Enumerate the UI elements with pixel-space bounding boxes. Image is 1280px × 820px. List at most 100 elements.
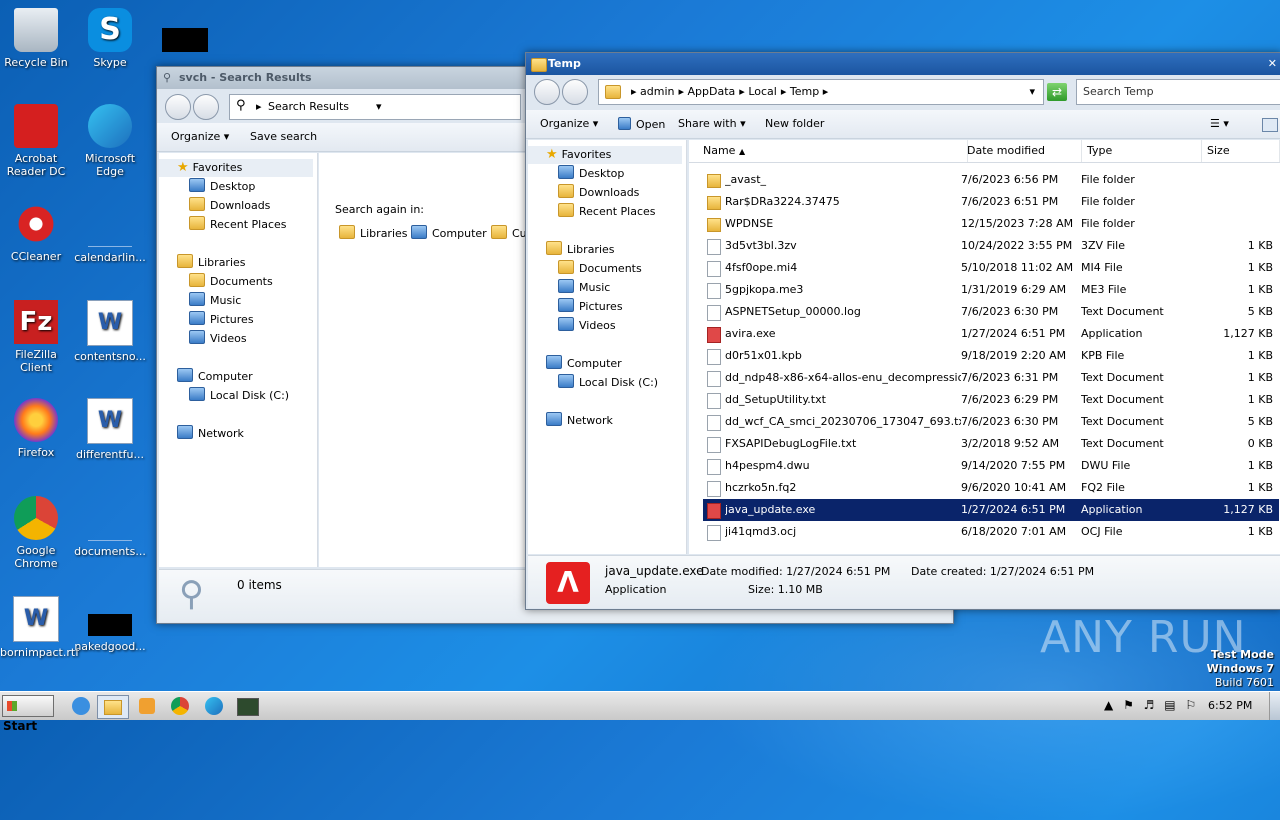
column-name[interactable]: Name ▲ — [689, 140, 968, 162]
file-row[interactable]: avira.exe 1/27/2024 6:51 PM Application 1,1… — [703, 323, 1279, 345]
nav-item-documents[interactable]: Documents — [189, 273, 273, 291]
address-bar[interactable]: ▸ admin ▸ AppData ▸ Local ▸ Temp ▸ ▾ — [598, 79, 1044, 105]
nav-item-network[interactable]: Network — [177, 425, 244, 443]
flag-icon[interactable]: ⚑ — [1123, 698, 1134, 712]
forward-button[interactable] — [193, 94, 219, 120]
file-row[interactable]: 4fsf0ope.mi4 5/10/2018 11:02 AM MI4 File 1 … — [703, 257, 1279, 279]
breadcrumb-item[interactable]: AppData — [688, 85, 736, 98]
desktop-icon[interactable]: documents... — [74, 496, 146, 558]
nav-item-desktop[interactable]: Desktop — [558, 165, 624, 183]
refresh-button[interactable]: ⇄ — [1047, 83, 1067, 101]
temp-window-titlebar[interactable]: Temp ✕ — [526, 53, 1280, 75]
breadcrumb-arrow-icon[interactable]: ▸ — [819, 85, 829, 98]
column-type[interactable]: Type — [1081, 140, 1202, 162]
breadcrumb-item[interactable]: Search Results — [268, 100, 349, 113]
nav-item-music[interactable]: Music — [558, 279, 610, 297]
file-row[interactable]: FXSAPIDebugLogFile.txt 3/2/2018 9:52 AM Te… — [703, 433, 1279, 455]
nav-item-network[interactable]: Network — [546, 412, 613, 430]
nav-item-favorites[interactable]: ★ Favorites — [528, 146, 682, 164]
forward-button[interactable] — [562, 79, 588, 105]
save-search-button[interactable]: Save search — [250, 130, 317, 143]
file-row[interactable]: ASPNETSetup_00000.log 7/6/2023 6:30 PM Tex… — [703, 301, 1279, 323]
nav-item-libraries[interactable]: Libraries — [546, 241, 615, 259]
nav-item-computer[interactable]: Computer — [546, 355, 622, 373]
nav-item-pictures[interactable]: Pictures — [189, 311, 254, 329]
start-button[interactable]: Start — [2, 695, 54, 733]
desktop-icon[interactable]: calendarlin... — [74, 202, 146, 264]
desktop-icon[interactable]: Fz FileZilla Client — [0, 300, 72, 374]
nav-item-downloads[interactable]: Downloads — [189, 197, 270, 215]
organize-button[interactable]: Organize ▾ — [540, 117, 598, 130]
clock[interactable]: 6:52 PM — [1208, 699, 1252, 712]
address-bar[interactable]: ⚲ ▸ Search Results ▾ — [229, 94, 521, 120]
network-icon[interactable]: ▤ — [1164, 698, 1175, 712]
column-date-modified[interactable]: Date modified — [961, 140, 1082, 162]
ie-taskbar-icon[interactable] — [66, 695, 96, 717]
file-row[interactable]: h4pespm4.dwu 9/14/2020 7:55 PM DWU File 1 K… — [703, 455, 1279, 477]
desktop-icon[interactable]: Google Chrome — [0, 496, 72, 570]
breadcrumb-item[interactable]: Temp — [790, 85, 819, 98]
desktop-icon[interactable]: Recycle Bin — [0, 8, 72, 69]
nav-item-local-disk[interactable]: Local Disk (C:) — [189, 387, 289, 405]
file-row[interactable]: hczrko5n.fq2 9/6/2020 10:41 AM FQ2 File 1 K… — [703, 477, 1279, 499]
edge-taskbar-icon[interactable] — [199, 695, 229, 717]
desktop-icon[interactable]: Microsoft Edge — [74, 104, 146, 178]
file-row[interactable]: 3d5vt3bl.3zv 10/24/2022 3:55 PM 3ZV File 1 … — [703, 235, 1279, 257]
desktop-icon[interactable]: CCleaner — [0, 202, 72, 263]
file-row[interactable]: java_update.exe 1/27/2024 6:51 PM Applicat… — [703, 499, 1279, 521]
breadcrumb-item[interactable]: admin — [640, 85, 674, 98]
show-desktop-button[interactable] — [1269, 692, 1280, 720]
breadcrumb-item[interactable]: Local — [748, 85, 777, 98]
desktop-icon[interactable]: Wdifferentfu... — [74, 398, 146, 461]
nav-item-music[interactable]: Music — [189, 292, 241, 310]
desktop-icon[interactable]: Acrobat Reader DC — [0, 104, 72, 178]
nav-item-downloads[interactable]: Downloads — [558, 184, 639, 202]
nav-item-local-disk[interactable]: Local Disk (C:) — [558, 374, 658, 392]
share-with-button[interactable]: Share with ▾ — [678, 117, 746, 130]
breadcrumb-arrow-icon[interactable]: ▸ — [631, 85, 640, 98]
back-button[interactable] — [534, 79, 560, 105]
desktop-icon[interactable]: S Skype — [74, 8, 146, 69]
file-row[interactable]: dd_SetupUtility.txt 7/6/2023 6:29 PM Text … — [703, 389, 1279, 411]
chrome-taskbar-icon[interactable] — [165, 695, 195, 717]
nav-item-libraries[interactable]: Libraries — [177, 254, 246, 272]
media-player-taskbar-icon[interactable] — [132, 695, 162, 717]
search-again-libraries[interactable]: Libraries — [339, 225, 408, 240]
organize-button[interactable]: Organize ▾ — [171, 130, 229, 143]
desktop-icon[interactable]: Firefox — [0, 398, 72, 459]
nav-item-computer[interactable]: Computer — [177, 368, 253, 386]
nav-item-videos[interactable]: Videos — [189, 330, 247, 348]
volume-icon[interactable]: ♬ — [1144, 698, 1155, 712]
new-folder-button[interactable]: New folder — [765, 117, 824, 130]
nav-item-favorites[interactable]: ★ Favorites — [159, 159, 313, 177]
action-center-icon[interactable]: ⚐ — [1185, 698, 1196, 712]
nav-item-pictures[interactable]: Pictures — [558, 298, 623, 316]
file-row[interactable]: Rar$DRa3224.37475 7/6/2023 6:51 PM File fo… — [703, 191, 1279, 213]
file-row[interactable]: dd_ndp48-x86-x64-allos-enu_decompression… — [703, 367, 1279, 389]
breadcrumb-arrow-icon[interactable]: ▸ — [781, 85, 790, 98]
search-temp-input[interactable]: Search Temp — [1076, 79, 1280, 105]
nav-item-videos[interactable]: Videos — [558, 317, 616, 335]
back-button[interactable] — [165, 94, 191, 120]
terminal-taskbar-icon[interactable] — [233, 695, 263, 717]
nav-item-recent-places[interactable]: Recent Places — [558, 203, 656, 221]
view-options-icon[interactable]: ☰ ▾ — [1210, 117, 1229, 130]
file-row[interactable]: _avast_ 7/6/2023 6:56 PM File folder — [703, 169, 1279, 191]
file-row[interactable]: WPDNSE 12/15/2023 7:28 AM File folder — [703, 213, 1279, 235]
file-row[interactable]: 5gpjkopa.me3 1/31/2019 6:29 AM ME3 File 1 K… — [703, 279, 1279, 301]
file-row[interactable]: ji41qmd3.ocj 6/18/2020 7:01 AM OCJ File 1 K… — [703, 521, 1279, 543]
preview-pane-icon[interactable] — [1262, 118, 1278, 132]
file-row[interactable]: dd_wcf_CA_smci_20230706_173047_693.txt 7/… — [703, 411, 1279, 433]
desktop-icon[interactable]: Wcontentsno... — [74, 300, 146, 363]
search-again-computer[interactable]: Computer — [411, 225, 487, 240]
column-size[interactable]: Size — [1201, 140, 1280, 162]
desktop-icon[interactable]: Wbornimpact.rtf — [0, 596, 79, 659]
chevron-down-icon[interactable]: ▾ — [376, 100, 382, 113]
nav-item-documents[interactable]: Documents — [558, 260, 642, 278]
show-hidden-icons-icon[interactable]: ▲ — [1104, 698, 1113, 712]
nav-item-recent-places[interactable]: Recent Places — [189, 216, 287, 234]
breadcrumb-arrow-icon[interactable]: ▸ — [739, 85, 748, 98]
desktop-icon[interactable]: nakedgood... — [74, 596, 146, 653]
explorer-taskbar-icon[interactable] — [97, 695, 129, 719]
nav-item-desktop[interactable]: Desktop — [189, 178, 255, 196]
